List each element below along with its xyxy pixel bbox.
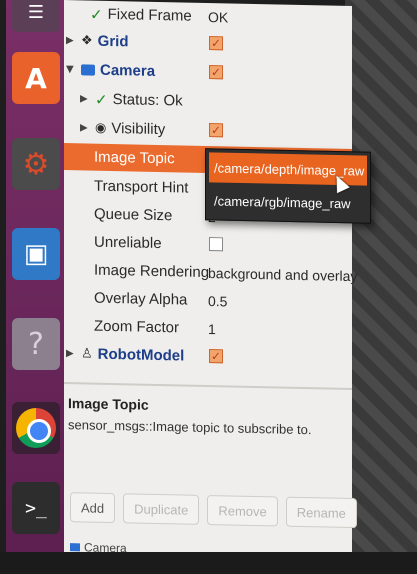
row-label: Image Rendering bbox=[94, 261, 210, 282]
tree-row-status[interactable]: ▶ ✓ Status: Ok bbox=[64, 85, 352, 118]
unreliable-checkbox[interactable] bbox=[209, 237, 223, 252]
photo-bottom-edge bbox=[0, 552, 417, 574]
row-label: RobotModel bbox=[97, 345, 185, 365]
screenshot-icon[interactable]: ▣ bbox=[12, 228, 60, 280]
help-icon[interactable]: ? bbox=[12, 318, 60, 370]
splitter[interactable] bbox=[64, 382, 352, 391]
enabled-checkbox[interactable]: ✓ bbox=[209, 36, 223, 51]
row-value: OK bbox=[208, 8, 229, 25]
row-label: Visibility bbox=[111, 119, 166, 139]
chrome-icon[interactable] bbox=[12, 402, 60, 454]
robot-model-icon: ♙ bbox=[81, 346, 93, 362]
row-label: Queue Size bbox=[94, 205, 173, 225]
row-label: Transport Hint bbox=[94, 177, 189, 197]
description-body: sensor_msgs::Image topic to subscribe to… bbox=[68, 417, 312, 438]
row-label: Camera bbox=[100, 61, 156, 80]
grid-icon: ❖ bbox=[81, 33, 93, 49]
expand-arrow-icon[interactable]: ▶ bbox=[66, 348, 76, 359]
row-label: Grid bbox=[97, 32, 129, 51]
row-label: Image Topic bbox=[94, 148, 175, 168]
remove-button[interactable]: Remove bbox=[207, 495, 278, 527]
ok-check-icon: ✓ bbox=[90, 5, 103, 24]
camera-icon bbox=[81, 64, 95, 76]
duplicate-button[interactable]: Duplicate bbox=[123, 493, 200, 525]
ok-check-icon: ✓ bbox=[95, 90, 108, 109]
row-value[interactable]: 1 bbox=[208, 321, 216, 337]
tree-row-grid[interactable]: ▶ ❖ Grid ✓ bbox=[64, 27, 352, 60]
displays-panel: ✓ Fixed Frame OK ▶ ❖ Grid ✓ ▼ Camera ✓ ▶ bbox=[64, 0, 357, 559]
tree-row-visibility[interactable]: ▶ ◉ Visibility ✓ bbox=[64, 114, 352, 147]
row-label: Fixed Frame bbox=[107, 5, 192, 25]
software-center-icon[interactable]: A bbox=[12, 52, 60, 104]
property-description: Image Topic sensor_msgs::Image topic to … bbox=[68, 395, 348, 438]
enabled-checkbox[interactable]: ✓ bbox=[209, 65, 223, 80]
enabled-checkbox[interactable]: ✓ bbox=[209, 123, 223, 138]
display-buttons: Add Duplicate Remove Rename bbox=[70, 492, 357, 532]
collapse-arrow-icon[interactable]: ▼ bbox=[66, 64, 76, 75]
tree-row-robotmodel[interactable]: ▶ ♙ RobotModel ✓ bbox=[64, 340, 352, 373]
menu-icon[interactable]: ☰ bbox=[12, 0, 60, 32]
enabled-checkbox[interactable]: ✓ bbox=[209, 349, 223, 364]
row-label: Overlay Alpha bbox=[94, 289, 188, 309]
description-title: Image Topic bbox=[68, 395, 149, 413]
settings-icon[interactable]: ⚙ bbox=[12, 138, 60, 190]
visibility-icon: ◉ bbox=[95, 120, 107, 136]
background-floor bbox=[345, 0, 417, 574]
expand-arrow-icon[interactable]: ▶ bbox=[66, 35, 76, 46]
expand-arrow-icon[interactable]: ▶ bbox=[80, 93, 90, 104]
camera-icon bbox=[70, 543, 80, 552]
launcher: ☰ A ⚙ ▣ ? >_ bbox=[6, 0, 64, 552]
expand-arrow-icon[interactable]: ▶ bbox=[80, 122, 90, 133]
rename-button[interactable]: Rename bbox=[285, 496, 357, 529]
terminal-icon[interactable]: >_ bbox=[12, 482, 60, 534]
row-label: Unreliable bbox=[94, 233, 162, 253]
tree-row-camera[interactable]: ▼ Camera ✓ bbox=[64, 56, 352, 89]
row-label: Status: Ok bbox=[112, 91, 183, 110]
row-value[interactable]: 0.5 bbox=[208, 293, 227, 309]
row-label: Zoom Factor bbox=[94, 317, 180, 337]
add-button[interactable]: Add bbox=[70, 492, 116, 524]
row-value[interactable]: background and overlay bbox=[208, 265, 357, 284]
dropdown-option-rgb[interactable]: /camera/rgb/image_raw bbox=[209, 185, 367, 218]
